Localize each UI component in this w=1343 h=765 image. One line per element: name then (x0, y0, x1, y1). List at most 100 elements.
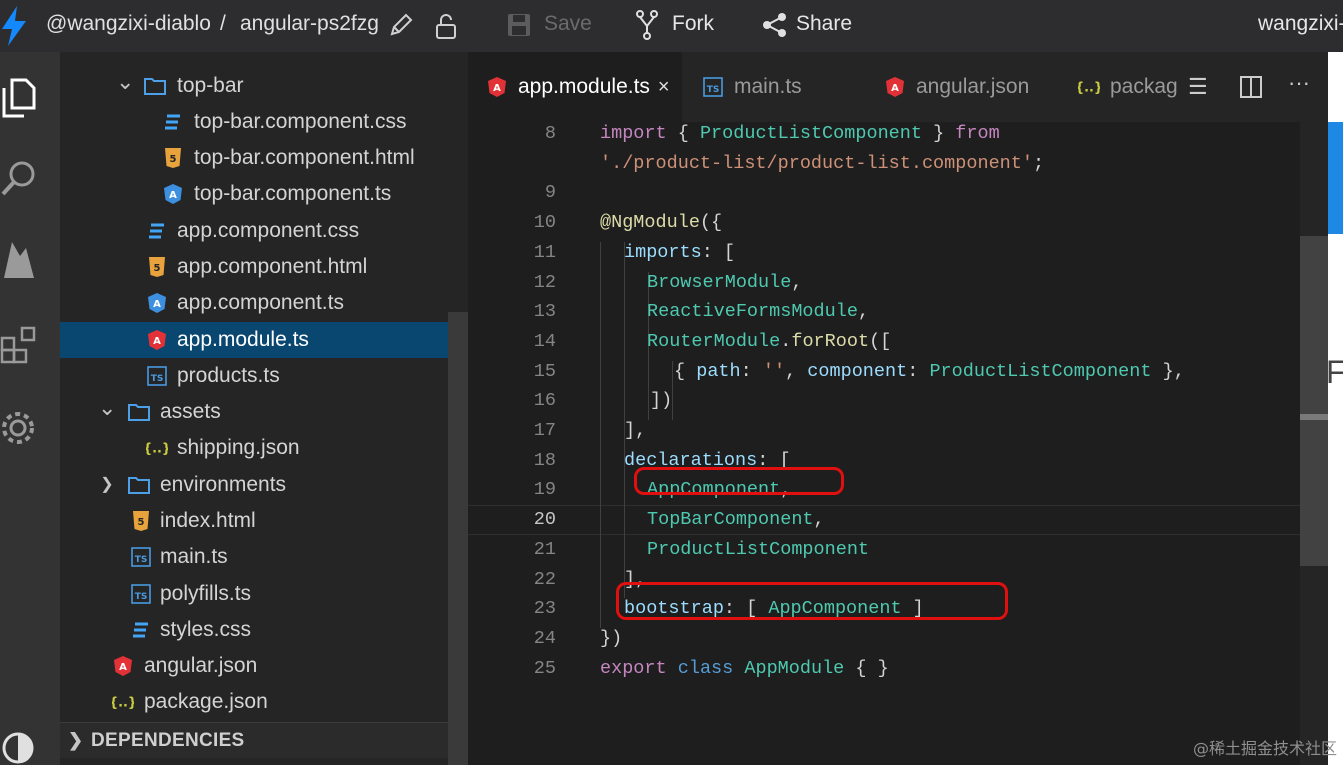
fork-button[interactable]: Fork (672, 12, 714, 36)
code-line[interactable]: @NgModule({ (600, 212, 722, 233)
editor-tab[interactable]: {..} packag (1060, 52, 1188, 122)
file-item[interactable]: app.component.css (60, 213, 448, 249)
file-item[interactable]: 5 index.html (60, 503, 448, 539)
code-line[interactable]: RouterModule.forRoot([ (647, 331, 891, 352)
breadcrumb-project[interactable]: angular-ps2fzg (240, 12, 379, 36)
close-tab-icon[interactable]: × (658, 76, 670, 99)
file-item[interactable]: {..} package.json (60, 684, 448, 720)
share-button[interactable]: Share (796, 12, 852, 36)
file-name-label: top-bar (177, 74, 244, 97)
chevron-right-icon[interactable]: ❯ (98, 476, 116, 494)
file-item[interactable]: 5 app.component.html (60, 249, 448, 285)
code-line[interactable]: ProductListComponent (647, 539, 869, 560)
editor-tab[interactable]: Aapp.module.ts × (468, 52, 682, 122)
dependencies-section-header[interactable]: ❯ DEPENDENCIES (60, 722, 448, 758)
explorer-scrollbar[interactable] (448, 312, 468, 765)
code-token: { } (844, 658, 889, 679)
code-line[interactable]: }) (600, 628, 622, 649)
code-line[interactable]: ]) (650, 390, 672, 411)
line-number: 24 (533, 628, 556, 649)
svg-text:TS: TS (135, 555, 148, 565)
code-line[interactable]: ReactiveFormsModule, (647, 301, 869, 322)
code-line[interactable]: ], (624, 420, 646, 441)
code-token: '' (762, 361, 786, 382)
editor-tab[interactable]: TS main.ts (682, 52, 852, 122)
tab-label: angular.json (916, 75, 1030, 98)
file-item[interactable]: Aapp.module.ts (60, 322, 448, 358)
chevron-down-icon[interactable]: ⌄ (116, 71, 134, 95)
chevron-down-icon[interactable]: ⌄ (98, 397, 116, 421)
settings-gear-icon[interactable] (0, 406, 40, 450)
editor-tab[interactable]: Aangular.json (852, 52, 1060, 122)
file-item[interactable]: TS main.ts (60, 539, 448, 575)
file-item[interactable]: Atop-bar.component.ts (60, 176, 448, 212)
code-token: class (677, 658, 734, 679)
line-number: 10 (533, 212, 556, 233)
code-token: . (780, 331, 792, 352)
angular-module-icon: A (486, 75, 508, 99)
line-number: 13 (533, 301, 556, 322)
code-token: ProductListComponent (699, 123, 922, 144)
file-item[interactable]: {..} shipping.json (60, 430, 448, 466)
explorer-files-icon[interactable] (0, 76, 40, 120)
code-line[interactable]: TopBarComponent, (647, 509, 825, 530)
line-number: 14 (533, 331, 556, 352)
code-token: './product-list/product-list.component' (600, 153, 1033, 174)
code-token: ({ (699, 212, 723, 233)
svg-text:5: 5 (170, 154, 177, 165)
code-token: ; (1032, 153, 1045, 174)
svg-text:TS: TS (707, 85, 720, 95)
split-editor-icon[interactable] (1240, 76, 1262, 98)
svg-text:5: 5 (154, 263, 161, 274)
folder-icon (128, 400, 150, 424)
code-token: { (674, 361, 697, 382)
firebase-icon[interactable] (0, 238, 40, 282)
tab-label: app.module.ts (518, 75, 650, 98)
stackblitz-logo-icon[interactable] (0, 6, 28, 46)
code-token: : (907, 361, 930, 382)
code-token: AppModule (744, 658, 845, 679)
code-line[interactable]: import { ProductListComponent } from (600, 123, 1000, 144)
outline-icon[interactable]: ☰ (1188, 74, 1208, 100)
code-line[interactable]: BrowserModule, (647, 272, 802, 293)
angular-file-icon: A (146, 291, 168, 315)
more-actions-icon[interactable]: ··· (1288, 70, 1310, 96)
save-button[interactable]: Save (544, 12, 592, 36)
file-item[interactable]: 5 top-bar.component.html (60, 140, 448, 176)
breadcrumb-user[interactable]: @wangzixi-diablo (46, 12, 211, 36)
search-icon[interactable] (0, 156, 40, 200)
code-token: @NgModule (600, 212, 700, 233)
file-name-label: top-bar.component.html (194, 146, 415, 169)
code-token: }, (1151, 361, 1185, 382)
editor-scrollbar-thumb[interactable] (1300, 236, 1328, 566)
folder-item[interactable]: ⌄ top-bar (60, 68, 448, 104)
file-item[interactable]: TS polyfills.ts (60, 576, 448, 612)
file-item[interactable]: styles.css (60, 612, 448, 648)
line-number: 20 (533, 509, 556, 530)
code-line[interactable]: { path: '', component: ProductListCompon… (674, 361, 1185, 382)
unlock-icon[interactable] (434, 12, 458, 40)
svg-text:A: A (169, 190, 177, 201)
folder-item[interactable]: ⌄ assets (60, 394, 448, 430)
line-number: 15 (533, 361, 556, 382)
file-item[interactable]: Aangular.json (60, 648, 448, 684)
extensions-icon[interactable] (0, 322, 40, 366)
file-item[interactable]: TS products.ts (60, 358, 448, 394)
account-menu[interactable]: wangzixi- (1258, 12, 1343, 36)
code-token: , (785, 361, 808, 382)
theme-toggle-icon[interactable] (0, 728, 40, 765)
json-file-icon: {..} (112, 690, 134, 714)
file-item[interactable]: Aapp.component.ts (60, 285, 448, 321)
file-name-label: products.ts (177, 364, 280, 387)
code-line[interactable]: './product-list/product-list.component'; (600, 153, 1044, 174)
code-editor[interactable]: 8 9 10 11 12 13 14 15 16 17 18 19 20 21 22 23 24 25 import… (468, 122, 1300, 765)
edit-pencil-icon[interactable] (388, 12, 414, 38)
code-line[interactable]: export class AppModule { } (600, 658, 889, 679)
file-item[interactable]: top-bar.component.css (60, 104, 448, 140)
file-name-label: styles.css (160, 618, 252, 641)
annotation-highlight-box (616, 582, 1008, 620)
code-token: , (813, 509, 825, 530)
folder-item[interactable]: ❯ environments (60, 467, 448, 503)
code-line[interactable]: imports: [ (624, 242, 735, 263)
fork-icon (636, 10, 658, 40)
